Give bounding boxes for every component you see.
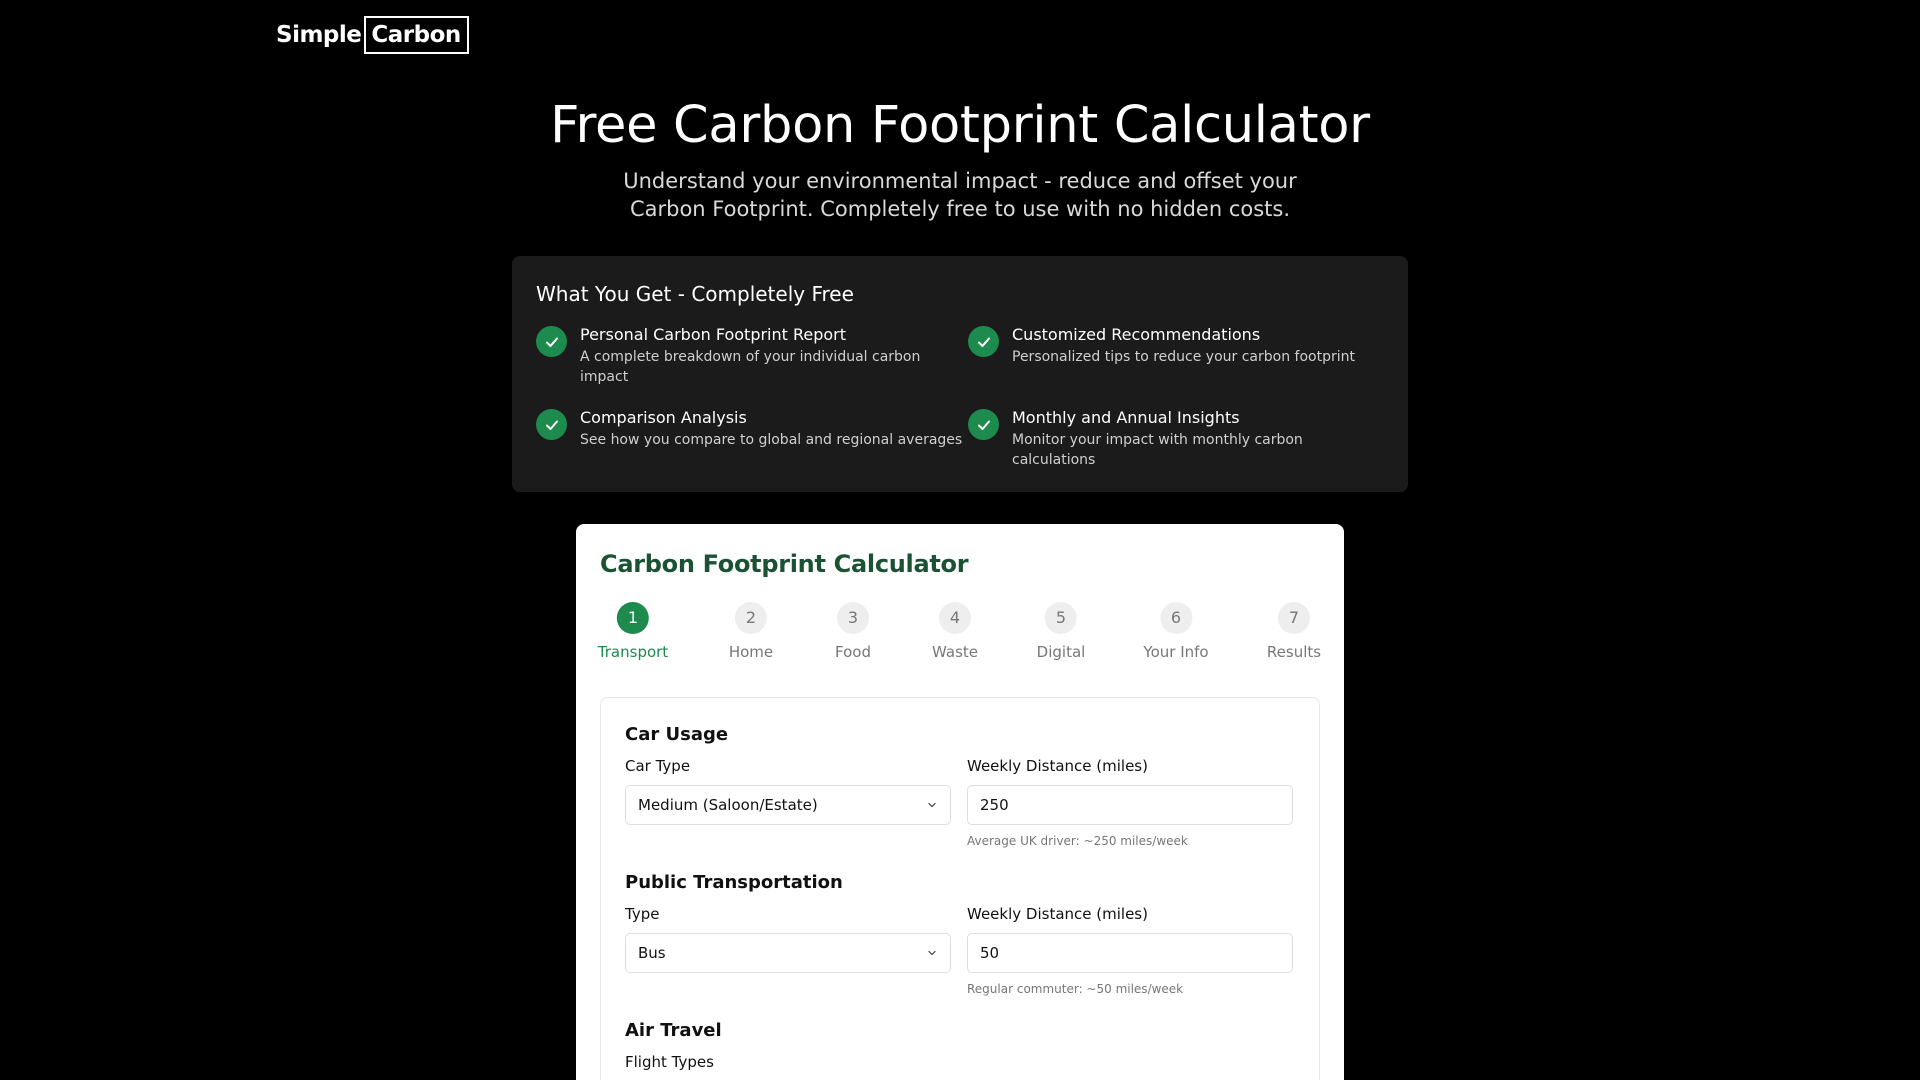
check-icon [536, 326, 567, 357]
features-list: Personal Carbon Footprint Report A compl… [536, 324, 1384, 470]
public-distance-hint: Regular commuter: ~50 miles/week [967, 982, 1184, 996]
feature-title: Comparison Analysis [580, 408, 747, 427]
car-distance-value: 250 [980, 796, 1009, 814]
feature-item: Personal Carbon Footprint Report A compl… [536, 324, 968, 387]
step-label: Results [1266, 643, 1322, 661]
feature-item: Monthly and Annual Insights Monitor your… [968, 407, 1378, 470]
car-type-value: Medium (Saloon/Estate) [638, 796, 818, 814]
step-number: 1 [616, 602, 649, 634]
step-number: 5 [1045, 602, 1077, 634]
feature-title: Customized Recommendations [1012, 325, 1261, 344]
public-distance-input[interactable]: 50 [967, 933, 1293, 973]
public-type-value: Bus [638, 944, 666, 962]
public-type-select[interactable]: Bus [625, 933, 951, 973]
step-number: 7 [1277, 602, 1310, 634]
section-title: Public Transportation [625, 872, 843, 893]
chevron-down-icon [928, 950, 936, 956]
features-card: What You Get - Completely Free Personal … [512, 256, 1408, 492]
step-digital[interactable]: 5 Digital [1036, 602, 1086, 661]
logo[interactable]: Simple Carbon [276, 16, 469, 54]
logo-text-carbon: Carbon [364, 16, 469, 54]
section-title: Air Travel [625, 1020, 722, 1041]
check-icon [968, 409, 999, 440]
calculator-title: Carbon Footprint Calculator [600, 550, 969, 578]
step-number: 2 [734, 602, 767, 634]
step-your-info[interactable]: 6 Your Info [1143, 602, 1209, 661]
stepper: 1 Transport 2 Home 3 Food 4 Waste 5 Digi… [598, 602, 1321, 672]
features-heading: What You Get - Completely Free [536, 282, 854, 306]
check-icon [968, 326, 999, 357]
feature-description: A complete breakdown of your individual … [580, 349, 921, 385]
public-transport-section: Public Transportation Type Bus Weekly Di… [625, 872, 1295, 996]
page-subtitle: Understand your environmental impact - r… [623, 169, 1297, 221]
step-food[interactable]: 3 Food [835, 602, 871, 661]
step-home[interactable]: 2 Home [729, 602, 773, 661]
step-results[interactable]: 7 Results [1267, 602, 1321, 661]
step-label: Food [835, 643, 871, 661]
feature-description: See how you compare to global and region… [580, 432, 963, 448]
public-distance-label: Weekly Distance (miles) [967, 905, 1148, 923]
page-title: Free Carbon Footprint Calculator [550, 96, 1370, 155]
car-distance-hint: Average UK driver: ~250 miles/week [967, 834, 1188, 848]
car-distance-input[interactable]: 250 [967, 785, 1293, 825]
step-waste[interactable]: 4 Waste [932, 602, 978, 661]
car-usage-section: Car Usage Car Type Medium (Saloon/Estate… [625, 724, 1295, 848]
logo-text-simple: Simple [276, 22, 362, 48]
feature-title: Personal Carbon Footprint Report [580, 325, 847, 344]
chevron-down-icon [928, 802, 936, 808]
car-distance-label: Weekly Distance (miles) [967, 757, 1148, 775]
step-number: 4 [939, 602, 971, 634]
feature-description: Personalized tips to reduce your carbon … [1012, 349, 1355, 365]
air-travel-section: Air Travel Flight Types [625, 1020, 1295, 1071]
step-transport[interactable]: 1 Transport [598, 602, 668, 661]
step-label: Home [728, 643, 774, 661]
step-label: Digital [1036, 643, 1086, 661]
feature-title: Monthly and Annual Insights [1012, 408, 1240, 427]
step-label: Waste [932, 643, 978, 661]
step-number: 6 [1160, 602, 1192, 634]
section-title: Car Usage [625, 724, 729, 745]
public-type-label: Type [625, 905, 660, 923]
calculator-card: Carbon Footprint Calculator 1 Transport … [576, 524, 1344, 1080]
step-number: 3 [836, 602, 869, 634]
feature-item: Comparison Analysis See how you compare … [536, 407, 968, 470]
check-icon [536, 409, 567, 440]
step-label: Transport [597, 643, 669, 661]
feature-description: Monitor your impact with monthly carbon … [1012, 432, 1303, 468]
car-type-select[interactable]: Medium (Saloon/Estate) [625, 785, 951, 825]
public-distance-value: 50 [980, 944, 1000, 962]
feature-item: Customized Recommendations Personalized … [968, 324, 1378, 387]
transport-form: Car Usage Car Type Medium (Saloon/Estate… [600, 697, 1320, 1080]
step-label: Your Info [1143, 643, 1209, 661]
car-type-label: Car Type [625, 757, 691, 775]
flight-types-label: Flight Types [625, 1053, 714, 1071]
